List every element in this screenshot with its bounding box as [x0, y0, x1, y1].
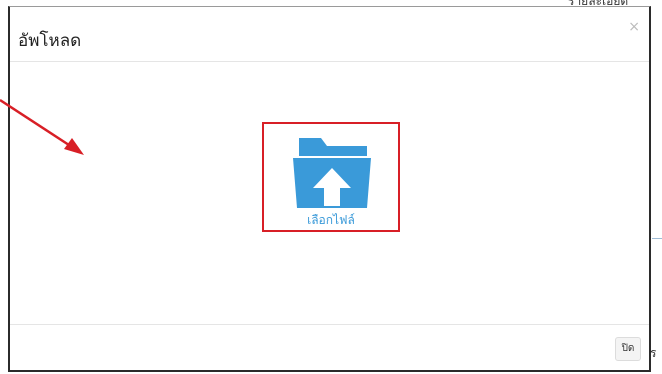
annotation-arrow — [0, 98, 84, 155]
